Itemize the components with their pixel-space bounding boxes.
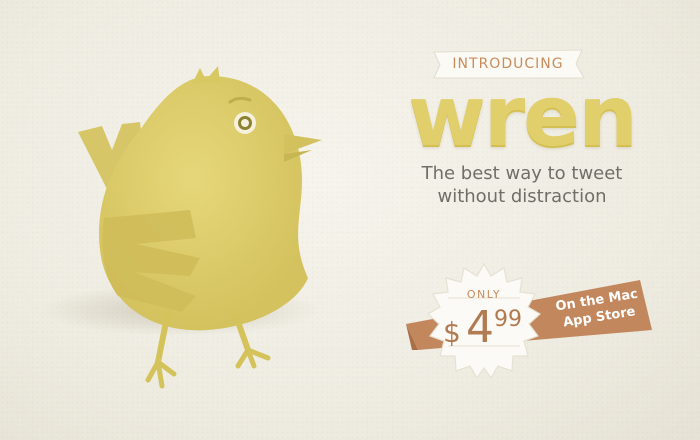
tagline: The best way to tweet without distractio… (392, 162, 652, 208)
wren-bird-illustration (40, 40, 400, 420)
promo-banner: INTRODUCING wren The best way to tweet w… (0, 0, 700, 440)
app-wordmark: wren (408, 67, 638, 165)
price-whole: 4 (466, 302, 494, 353)
price-prefix: ONLY (466, 288, 502, 301)
tagline-line-1: The best way to tweet (421, 163, 623, 184)
tagline-line-2: without distraction (437, 186, 607, 207)
price-currency: $ (443, 316, 461, 349)
price-cents: 99 (494, 307, 522, 332)
